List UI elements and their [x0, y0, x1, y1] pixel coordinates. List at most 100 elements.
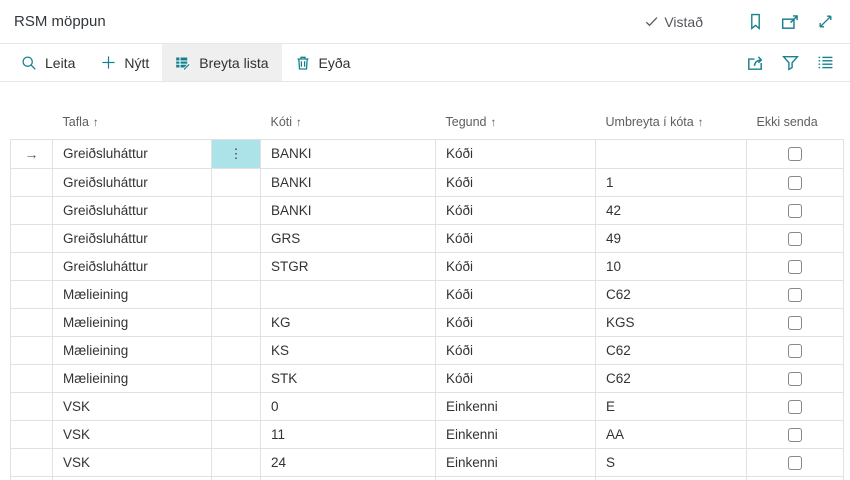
delete-button[interactable]: Eyða [282, 44, 364, 81]
cell-tegund[interactable]: Kóði [436, 364, 596, 392]
column-header-tafla[interactable]: Tafla↑ [53, 108, 212, 139]
cell-umbreyta[interactable]: C62 [596, 336, 747, 364]
cell-umbreyta[interactable]: KGS [596, 308, 747, 336]
cell-tafla[interactable]: Greiðsluháttur [53, 224, 212, 252]
cell-koti[interactable]: KS [261, 336, 436, 364]
cell-tegund[interactable]: Kóði [436, 224, 596, 252]
row-selector-cell[interactable] [11, 392, 53, 420]
ekki-senda-checkbox[interactable] [788, 288, 802, 302]
cell-umbreyta[interactable] [596, 476, 747, 480]
row-selector-cell[interactable] [11, 252, 53, 280]
ekki-senda-checkbox[interactable] [788, 147, 802, 161]
row-selector-cell[interactable] [11, 196, 53, 224]
cell-umbreyta[interactable]: 10 [596, 252, 747, 280]
ekki-senda-checkbox[interactable] [788, 400, 802, 414]
cell-row-menu[interactable] [212, 420, 261, 448]
cell-umbreyta[interactable]: 49 [596, 224, 747, 252]
cell-umbreyta[interactable]: AA [596, 420, 747, 448]
cell-tegund[interactable]: Kóði [436, 308, 596, 336]
cell-koti[interactable]: GRS [261, 224, 436, 252]
share-icon[interactable] [742, 50, 768, 76]
cell-koti[interactable]: STGR [261, 252, 436, 280]
row-selector-cell[interactable] [11, 224, 53, 252]
cell-umbreyta[interactable] [596, 139, 747, 168]
cell-row-menu[interactable] [212, 168, 261, 196]
cell-umbreyta[interactable]: C62 [596, 364, 747, 392]
cell-row-menu[interactable] [212, 392, 261, 420]
ekki-senda-checkbox[interactable] [788, 372, 802, 386]
cell-row-menu[interactable] [212, 308, 261, 336]
cell-tegund[interactable]: Kóði [436, 280, 596, 308]
row-selector-cell[interactable] [11, 448, 53, 476]
cell-koti[interactable] [261, 280, 436, 308]
ekki-senda-checkbox[interactable] [788, 316, 802, 330]
cell-koti[interactable] [261, 476, 436, 480]
cell-tegund[interactable]: Kóði [436, 252, 596, 280]
column-header-umbreyta[interactable]: Umbreyta í kóta↑ [596, 108, 747, 139]
cell-umbreyta[interactable]: C62 [596, 280, 747, 308]
cell-tegund[interactable]: Einkenni [436, 392, 596, 420]
cell-umbreyta[interactable]: 42 [596, 196, 747, 224]
cell-tafla[interactable]: VSK [53, 392, 212, 420]
row-selector-cell[interactable] [11, 280, 53, 308]
cell-row-menu[interactable] [212, 280, 261, 308]
cell-row-menu[interactable] [212, 224, 261, 252]
cell-row-menu[interactable] [212, 196, 261, 224]
cell-tafla[interactable] [53, 476, 212, 480]
bookmark-icon[interactable] [742, 9, 768, 35]
cell-umbreyta[interactable]: S [596, 448, 747, 476]
row-selector-cell[interactable] [11, 168, 53, 196]
cell-koti[interactable]: BANKI [261, 168, 436, 196]
new-button[interactable]: Nýtt [88, 44, 162, 81]
expand-icon[interactable] [812, 9, 838, 35]
cell-tafla[interactable]: Greiðsluháttur [53, 139, 212, 168]
cell-umbreyta[interactable]: E [596, 392, 747, 420]
cell-row-menu[interactable] [212, 252, 261, 280]
cell-tegund[interactable]: Kóði [436, 168, 596, 196]
ekki-senda-checkbox[interactable] [788, 456, 802, 470]
column-header-koti[interactable]: Kóti↑ [261, 108, 436, 139]
cell-tegund[interactable]: Kóði [436, 139, 596, 168]
cell-koti[interactable]: 11 [261, 420, 436, 448]
row-selector-cell[interactable] [11, 476, 53, 480]
row-selector-cell[interactable] [11, 336, 53, 364]
row-selector-cell[interactable] [11, 308, 53, 336]
cell-tegund[interactable]: Einkenni [436, 448, 596, 476]
cell-koti[interactable]: 0 [261, 392, 436, 420]
ekki-senda-checkbox[interactable] [788, 176, 802, 190]
cell-koti[interactable]: STK [261, 364, 436, 392]
cell-tafla[interactable]: Mælieining [53, 364, 212, 392]
cell-row-menu[interactable] [212, 448, 261, 476]
row-selector-cell[interactable]: → [11, 139, 53, 168]
cell-tafla[interactable]: VSK [53, 420, 212, 448]
cell-row-menu[interactable] [212, 336, 261, 364]
list-options-icon[interactable] [812, 50, 838, 76]
ekki-senda-checkbox[interactable] [788, 260, 802, 274]
cell-row-menu[interactable]: ⋮ [212, 139, 261, 168]
cell-tegund[interactable]: Kóði [436, 336, 596, 364]
ekki-senda-checkbox[interactable] [788, 204, 802, 218]
column-header-tegund[interactable]: Tegund↑ [436, 108, 596, 139]
cell-tafla[interactable]: Mælieining [53, 280, 212, 308]
cell-tafla[interactable]: Greiðsluháttur [53, 196, 212, 224]
cell-koti[interactable]: KG [261, 308, 436, 336]
cell-tafla[interactable]: Mælieining [53, 336, 212, 364]
column-header-ekki_senda[interactable]: Ekki senda [747, 108, 844, 139]
popout-icon[interactable] [777, 9, 803, 35]
cell-koti[interactable]: BANKI [261, 196, 436, 224]
cell-tegund[interactable] [436, 476, 596, 480]
cell-koti[interactable]: 24 [261, 448, 436, 476]
cell-koti[interactable]: BANKI [261, 139, 436, 168]
search-button[interactable]: Leita [8, 44, 88, 81]
cell-tafla[interactable]: Greiðsluháttur [53, 168, 212, 196]
row-selector-cell[interactable] [11, 420, 53, 448]
cell-row-menu[interactable] [212, 476, 261, 480]
cell-tafla[interactable]: VSK [53, 448, 212, 476]
cell-row-menu[interactable] [212, 364, 261, 392]
ekki-senda-checkbox[interactable] [788, 428, 802, 442]
cell-umbreyta[interactable]: 1 [596, 168, 747, 196]
row-selector-cell[interactable] [11, 364, 53, 392]
filter-icon[interactable] [777, 50, 803, 76]
cell-tafla[interactable]: Greiðsluháttur [53, 252, 212, 280]
cell-tegund[interactable]: Kóði [436, 196, 596, 224]
